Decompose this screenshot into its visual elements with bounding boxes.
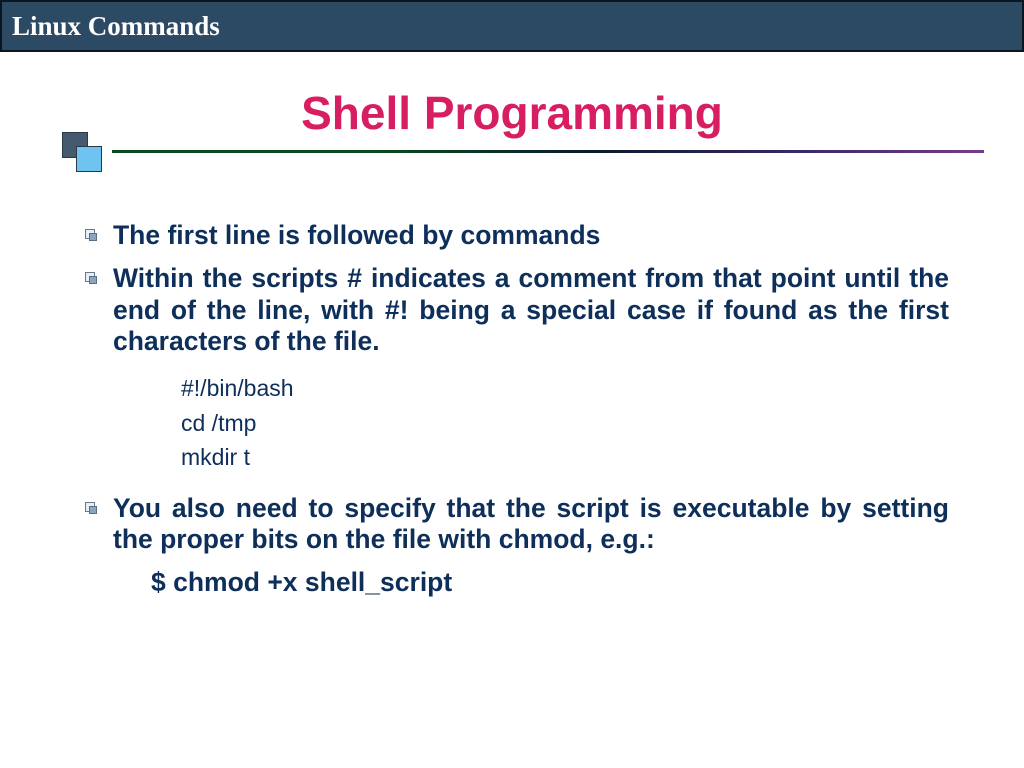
bullet-text: Within the scripts # indicates a comment… bbox=[113, 263, 949, 357]
slide-title: Shell Programming bbox=[50, 86, 974, 140]
bullet-icon bbox=[85, 229, 99, 243]
bullet-text: You also need to specify that the script… bbox=[113, 493, 949, 556]
code-line: mkdir t bbox=[181, 440, 949, 475]
header-title: Linux Commands bbox=[12, 11, 220, 42]
bullet-text: The first line is followed by commands bbox=[113, 220, 949, 251]
header-bar: Linux Commands bbox=[0, 0, 1024, 52]
title-decoration bbox=[50, 150, 974, 180]
content-area: Shell Programming The first line is foll… bbox=[0, 86, 1024, 598]
code-block: #!/bin/bash cd /tmp mkdir t bbox=[181, 371, 949, 475]
code-line: #!/bin/bash bbox=[181, 371, 949, 406]
bullet-icon bbox=[85, 272, 99, 286]
square-icon bbox=[62, 132, 106, 176]
underline-gradient bbox=[112, 150, 984, 153]
bullet-icon bbox=[85, 502, 99, 516]
bullet-item: The first line is followed by commands bbox=[85, 220, 949, 251]
bullet-item: Within the scripts # indicates a comment… bbox=[85, 263, 949, 357]
chmod-example: $ chmod +x shell_script bbox=[151, 567, 949, 598]
body-list: The first line is followed by commands W… bbox=[50, 220, 974, 598]
bullet-item: You also need to specify that the script… bbox=[85, 493, 949, 556]
code-line: cd /tmp bbox=[181, 406, 949, 441]
square-light bbox=[76, 146, 102, 172]
